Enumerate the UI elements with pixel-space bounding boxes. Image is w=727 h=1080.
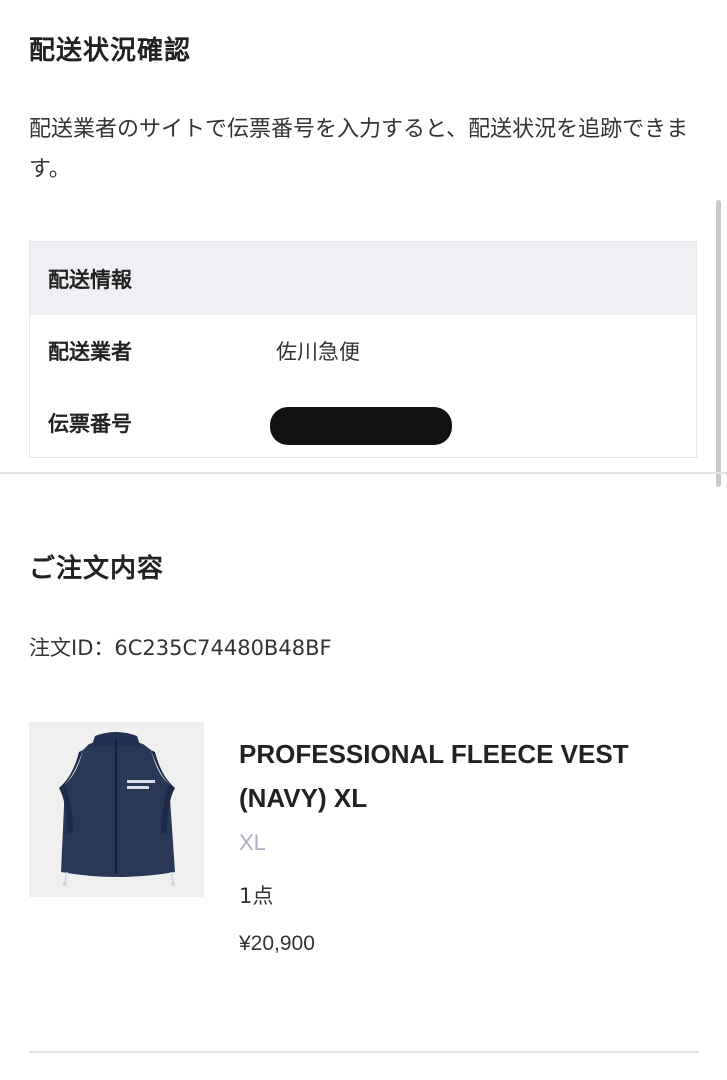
shipping-status-title: 配送状況確認	[29, 36, 192, 66]
product-quantity: 1点	[239, 884, 274, 908]
product-price: ¥20,900	[239, 932, 315, 955]
shipping-info-header: 配送情報	[30, 242, 696, 315]
carrier-label: 配送業者	[48, 340, 132, 364]
carrier-value: 佐川急便	[276, 340, 360, 364]
carrier-row: 配送業者 佐川急便	[48, 331, 360, 371]
product-name[interactable]: PROFESSIONAL FLEECE VEST (NAVY) XL	[239, 732, 699, 820]
product-image[interactable]	[29, 722, 204, 897]
section-divider	[0, 472, 727, 474]
redaction-mark	[270, 407, 452, 445]
product-variant: XL	[239, 830, 266, 855]
tracking-label: 伝票番号	[48, 412, 132, 436]
order-details-title: ご注文内容	[29, 554, 165, 584]
tracking-row: 伝票番号 365289711614	[48, 403, 452, 445]
tracking-number[interactable]: 365289711614	[270, 407, 452, 445]
item-divider	[29, 1051, 699, 1053]
navy-fleece-vest-image	[59, 732, 175, 886]
scrollbar[interactable]	[716, 200, 721, 487]
shipping-info-table: 配送情報 配送業者 佐川急便 伝票番号 365289711614	[29, 241, 697, 458]
shipping-description: 配送業者のサイトで伝票番号を入力すると、配送状況を追跡できます。	[29, 117, 689, 182]
order-id: 注文ID：6C235C74480B48BF	[29, 636, 332, 660]
